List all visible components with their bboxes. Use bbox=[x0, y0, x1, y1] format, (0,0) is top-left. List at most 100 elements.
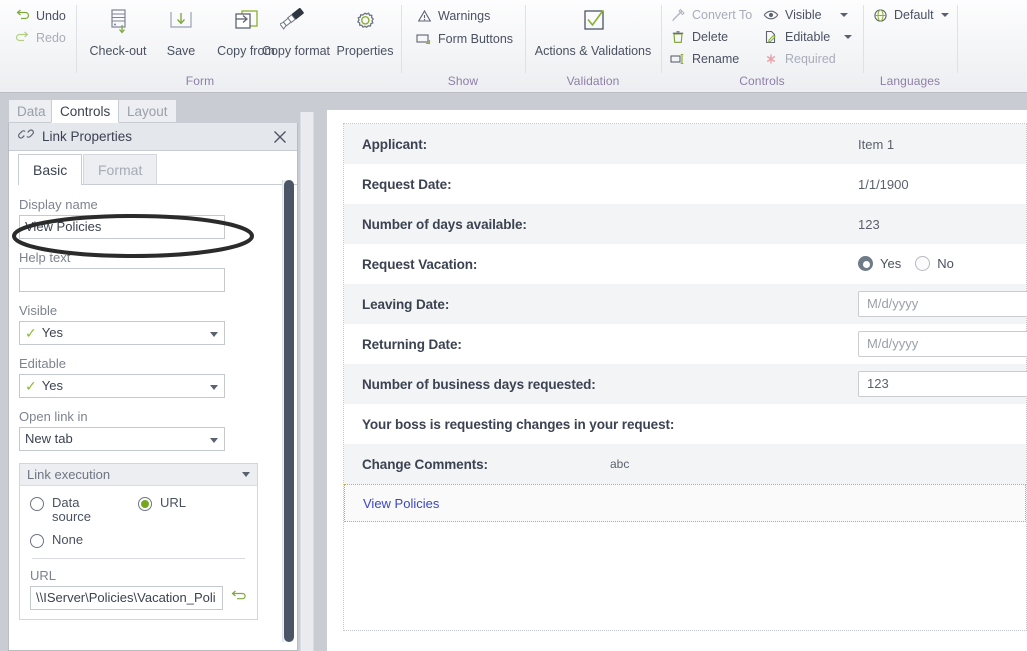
ribbon-group-form: Undo Redo Check-out Save Copy from Copy … bbox=[0, 0, 400, 92]
radio-none[interactable]: None bbox=[30, 533, 247, 548]
form-label: Applicant: bbox=[362, 136, 427, 152]
redo-icon bbox=[14, 30, 30, 46]
save-icon bbox=[160, 5, 202, 41]
chevron-down-icon[interactable] bbox=[839, 13, 848, 17]
ribbon-group-label-show: Show bbox=[447, 74, 479, 88]
display-name-input[interactable]: View Policies bbox=[19, 215, 225, 239]
open-link-in-select[interactable]: New tab bbox=[19, 427, 225, 451]
panel-header: Link Properties bbox=[9, 123, 297, 151]
visible-select-value: Yes bbox=[41, 325, 63, 340]
ribbon-divider bbox=[957, 5, 958, 73]
asterisk-icon bbox=[763, 51, 779, 67]
form-row-request-vacation: Request Vacation: Yes No bbox=[344, 244, 1026, 284]
convert-to-button[interactable]: Convert To bbox=[670, 7, 752, 23]
reset-url-icon[interactable] bbox=[230, 589, 247, 608]
copy-format-label: Copy format bbox=[261, 44, 331, 58]
returning-date-input[interactable]: M/d/yyyy bbox=[858, 331, 1027, 357]
tab-data[interactable]: Data bbox=[8, 99, 55, 123]
form-row-days-available: Number of days available: 123 bbox=[344, 204, 1026, 244]
radio-no-label: No bbox=[937, 256, 954, 271]
form-label: Change Comments: bbox=[362, 456, 488, 472]
rename-label: Rename bbox=[692, 52, 740, 66]
form-buttons-icon bbox=[416, 31, 432, 47]
chevron-down-icon[interactable] bbox=[940, 13, 949, 17]
panel-title: Link Properties bbox=[42, 129, 133, 144]
form-value-applicant: Item 1 bbox=[858, 136, 895, 152]
subtab-basic[interactable]: Basic bbox=[18, 154, 83, 185]
undo-button[interactable]: Undo bbox=[14, 8, 66, 24]
form-row-request-date: Request Date: 1/1/1900 bbox=[344, 164, 1026, 204]
check-out-button[interactable]: Check-out bbox=[86, 5, 150, 58]
warnings-button[interactable]: Warnings bbox=[416, 8, 490, 24]
change-comments-value: abc bbox=[610, 457, 630, 471]
url-label: URL bbox=[30, 568, 57, 583]
delete-label: Delete bbox=[692, 30, 729, 44]
app-scrollbar-thumb[interactable] bbox=[302, 112, 313, 651]
editable-select[interactable]: ✓ Yes bbox=[19, 374, 225, 398]
form-value-request-date: 1/1/1900 bbox=[858, 176, 909, 192]
properties-button[interactable]: Properties bbox=[332, 5, 398, 58]
actions-validations-label: Actions & Validations bbox=[534, 44, 652, 58]
link-execution-group: Link execution Data source URL None URL … bbox=[19, 463, 258, 620]
url-input[interactable]: \\IServer\Policies\Vacation_Poli bbox=[30, 586, 223, 610]
panel-scrollbar[interactable] bbox=[282, 180, 294, 642]
form-row-change-comments: Change Comments: abc bbox=[344, 444, 1026, 484]
help-text-label: Help text bbox=[19, 250, 71, 265]
app-root: Undo Redo Check-out Save Copy from Copy … bbox=[0, 0, 1027, 651]
radio-data-source[interactable]: Data source bbox=[30, 496, 138, 524]
ribbon-group-languages: Default Languages bbox=[864, 0, 956, 92]
redo-button[interactable]: Redo bbox=[14, 30, 66, 46]
help-text-input[interactable] bbox=[19, 268, 225, 292]
radio-icon bbox=[858, 256, 873, 272]
redo-label: Redo bbox=[36, 31, 66, 45]
subtab-format[interactable]: Format bbox=[83, 154, 158, 185]
tab-controls[interactable]: Controls bbox=[51, 99, 120, 123]
chevron-down-icon[interactable] bbox=[844, 35, 853, 39]
business-days-input[interactable]: 123 bbox=[858, 371, 1027, 397]
default-language-button[interactable]: Default bbox=[872, 7, 949, 23]
panel-subtabs: Basic Format bbox=[9, 151, 297, 185]
save-button[interactable]: Save bbox=[160, 5, 202, 58]
link-execution-header[interactable]: Link execution bbox=[20, 464, 257, 486]
link-execution-title: Link execution bbox=[27, 467, 111, 482]
radio-no[interactable]: No bbox=[915, 255, 954, 273]
leaving-date-input[interactable]: M/d/yyyy bbox=[858, 291, 1027, 317]
delete-button[interactable]: Delete bbox=[670, 29, 728, 45]
request-vacation-radiogroup: Yes No bbox=[858, 255, 954, 273]
chevron-down-icon[interactable] bbox=[242, 472, 250, 477]
form-label: Request Date: bbox=[362, 176, 452, 192]
visible-select[interactable]: ✓ Yes bbox=[19, 321, 225, 345]
radio-yes[interactable]: Yes bbox=[858, 255, 901, 273]
app-scrollbar[interactable] bbox=[300, 112, 314, 651]
editable-icon bbox=[763, 29, 779, 45]
close-icon[interactable] bbox=[270, 127, 290, 147]
form-row-business-days: Number of business days requested: 123 bbox=[344, 364, 1027, 404]
ribbon-group-label-validation: Validation bbox=[566, 74, 620, 88]
form-buttons-button[interactable]: Form Buttons bbox=[416, 31, 513, 47]
panel-scrollbar-thumb[interactable] bbox=[284, 180, 294, 642]
undo-icon bbox=[14, 8, 30, 24]
globe-icon bbox=[872, 7, 888, 23]
radio-icon bbox=[138, 497, 152, 511]
form-row-view-policies[interactable]: View Policies bbox=[344, 484, 1026, 522]
form-label: Request Vacation: bbox=[362, 256, 478, 272]
checkbox-check-icon bbox=[526, 5, 660, 41]
radio-yes-label: Yes bbox=[880, 256, 902, 271]
display-name-label: Display name bbox=[19, 197, 98, 212]
required-label: Required bbox=[785, 52, 836, 66]
form-container: Applicant: Item 1 Request Date: 1/1/1900… bbox=[343, 123, 1027, 631]
radio-data-source-label: Data source bbox=[52, 495, 92, 524]
tab-layout[interactable]: Layout bbox=[118, 99, 177, 123]
eye-icon bbox=[763, 7, 779, 23]
rename-button[interactable]: Rename bbox=[670, 51, 739, 67]
form-row-returning-date: Returning Date: M/d/yyyy bbox=[344, 324, 1027, 364]
radio-url[interactable]: URL bbox=[138, 496, 186, 511]
editable-button[interactable]: Editable bbox=[763, 29, 853, 45]
copy-format-button[interactable]: Copy format bbox=[256, 5, 336, 58]
view-policies-link[interactable]: View Policies bbox=[363, 496, 439, 511]
visible-button[interactable]: Visible bbox=[763, 7, 848, 23]
actions-validations-button[interactable]: Actions & Validations bbox=[526, 5, 660, 58]
ribbon-group-label-form: Form bbox=[185, 74, 215, 88]
form-buttons-label: Form Buttons bbox=[438, 32, 514, 46]
required-button[interactable]: Required bbox=[763, 51, 836, 67]
